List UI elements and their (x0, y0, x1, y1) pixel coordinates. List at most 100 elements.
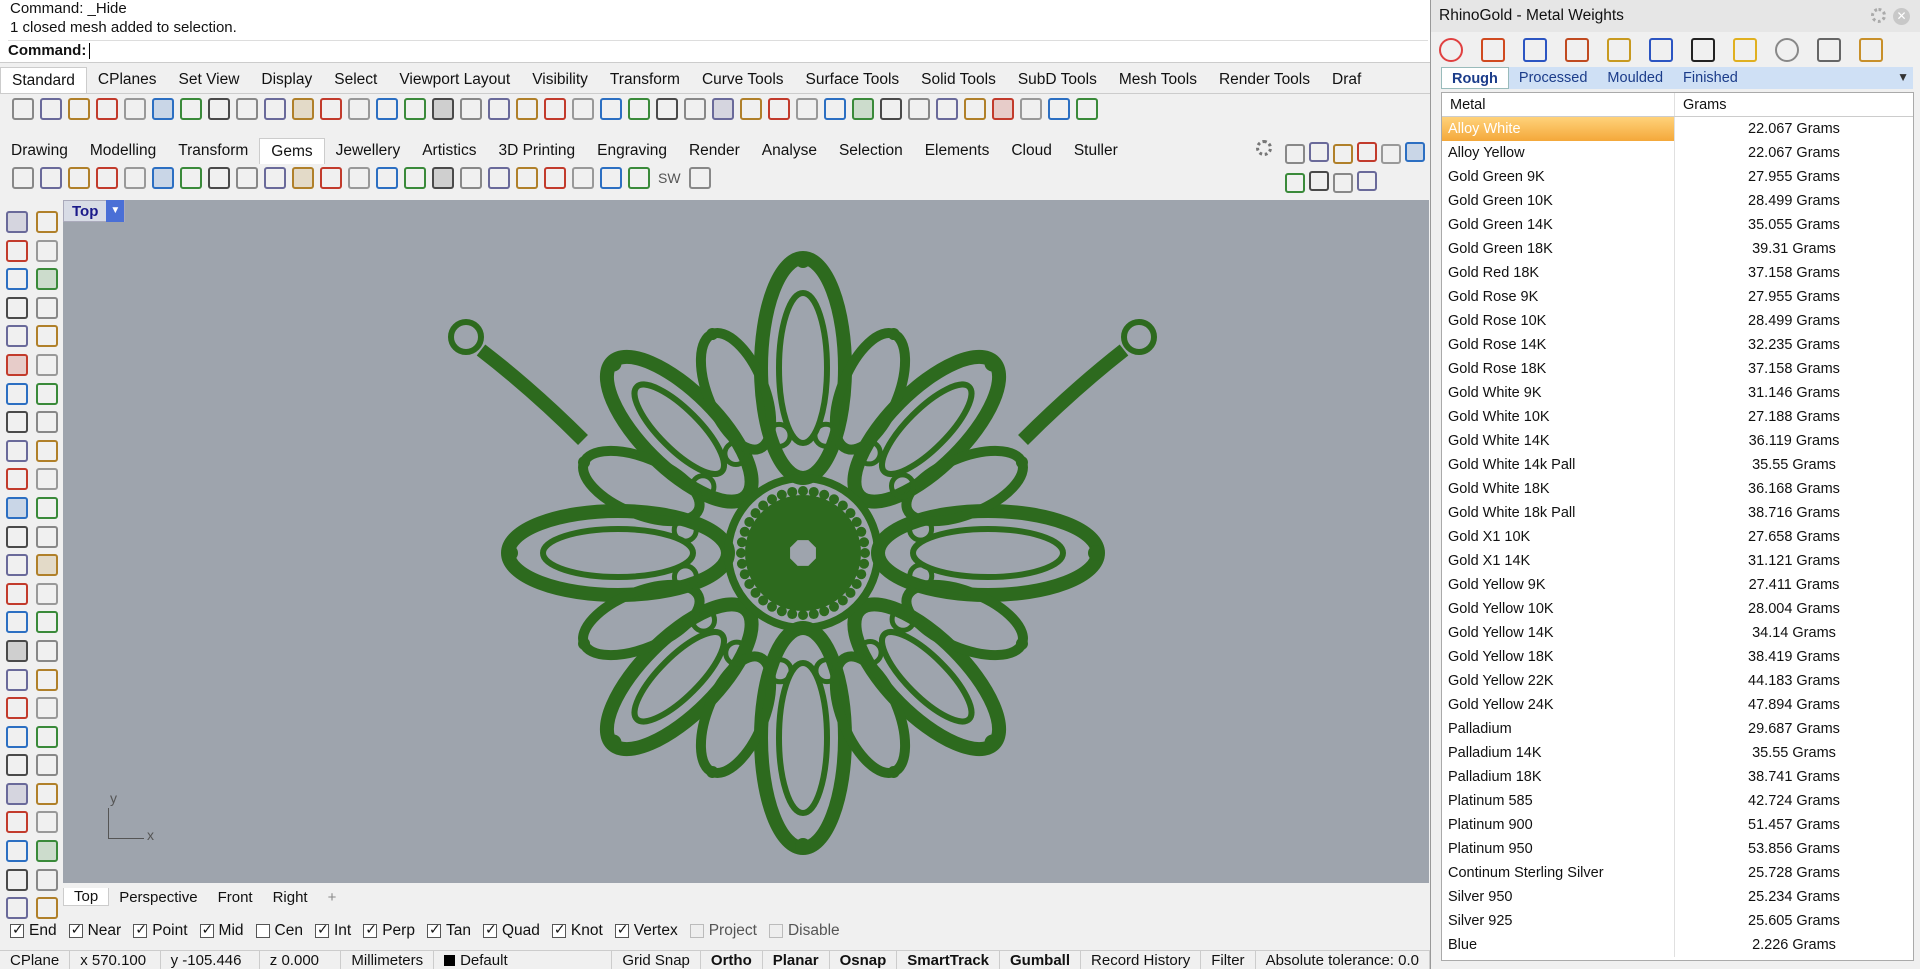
sidebar-tool-icon[interactable] (6, 382, 28, 405)
gem-tool-icon[interactable] (432, 167, 454, 189)
metal-tool-icon[interactable] (1439, 38, 1463, 62)
metal-tool-icon[interactable] (1817, 38, 1841, 62)
viewport-name[interactable]: Top (64, 203, 106, 220)
osnap-knot[interactable]: Knot (551, 921, 603, 940)
filter-button[interactable]: Filter (1201, 951, 1256, 969)
tab-subd-tools[interactable]: SubD Tools (1007, 67, 1108, 93)
smarttrack-toggle[interactable]: SmartTrack (897, 951, 1000, 969)
osnap-cen[interactable]: Cen (255, 922, 303, 940)
tab-rough[interactable]: Rough (1441, 67, 1509, 89)
standard-tool-icon[interactable] (376, 98, 398, 120)
gem-tool-icon[interactable] (292, 167, 314, 189)
table-row[interactable]: Gold Yellow 10K 28.004 Grams (1442, 597, 1913, 621)
table-row[interactable]: Gold Red 18K 37.158 Grams (1442, 261, 1913, 285)
osnap-tan[interactable]: Tan (426, 921, 471, 940)
table-row[interactable]: Gold Yellow 14K 34.14 Grams (1442, 621, 1913, 645)
metal-tool-icon[interactable] (1733, 38, 1757, 62)
tab-mesh-tools[interactable]: Mesh Tools (1108, 67, 1208, 93)
standard-tool-icon[interactable] (180, 98, 202, 120)
metal-tool-icon[interactable] (1691, 38, 1715, 62)
sidebar-tool-icon[interactable] (6, 725, 28, 748)
table-row[interactable]: Gold Yellow 24K 47.894 Grams (1442, 693, 1913, 717)
sidebar-tool-icon[interactable] (36, 811, 58, 834)
sidebar-tool-icon[interactable] (6, 668, 28, 691)
standard-tool-icon[interactable] (40, 98, 62, 120)
viewport-tab-front[interactable]: Front (208, 889, 263, 906)
sidebar-tool-icon[interactable] (36, 897, 58, 920)
panel-settings-gear-icon[interactable] (1871, 8, 1886, 23)
sidebar-tool-icon[interactable] (36, 754, 58, 777)
osnap-quad[interactable]: Quad (482, 921, 540, 940)
sidebar-tool-icon[interactable] (36, 697, 58, 720)
table-row[interactable]: Gold Rose 18K 37.158 Grams (1442, 357, 1913, 381)
gem-tool-icon[interactable] (320, 167, 342, 189)
osnap-mid[interactable]: Mid (199, 921, 244, 940)
standard-tool-icon[interactable] (852, 98, 874, 120)
column-header-grams[interactable]: Grams (1675, 93, 1913, 116)
tab-engraving[interactable]: Engraving (586, 138, 678, 164)
tab-moulded[interactable]: Moulded (1597, 70, 1673, 86)
sw-button[interactable]: SW (658, 170, 681, 186)
osnap-checkbox[interactable] (133, 921, 148, 938)
osnap-toggle[interactable]: Osnap (830, 951, 898, 969)
viewport-menu-chevron-down-icon[interactable]: ▼ (106, 200, 125, 222)
sidebar-tool-icon[interactable] (6, 611, 28, 634)
standard-tool-icon[interactable] (152, 98, 174, 120)
toolbar-options-gear-icon[interactable] (1256, 140, 1272, 156)
sidebar-tool-icon[interactable] (6, 525, 28, 548)
tab-transform[interactable]: Transform (167, 138, 259, 164)
tab-render-tools[interactable]: Render Tools (1208, 67, 1321, 93)
table-row[interactable]: Palladium 18K 38.741 Grams (1442, 765, 1913, 789)
standard-tool-icon[interactable] (1076, 98, 1098, 120)
tab-surface-tools[interactable]: Surface Tools (795, 67, 911, 93)
tab-analyse[interactable]: Analyse (751, 138, 828, 164)
gumball-toggle[interactable]: Gumball (1000, 951, 1082, 969)
standard-tool-icon[interactable] (768, 98, 790, 120)
metal-tool-icon[interactable] (1859, 38, 1883, 62)
sidebar-tool-icon[interactable] (36, 725, 58, 748)
standard-tool-icon[interactable] (824, 98, 846, 120)
gem-tool-icon[interactable] (628, 167, 650, 189)
tab-cloud[interactable]: Cloud (1000, 138, 1063, 164)
gem-tool-icon[interactable] (688, 167, 711, 189)
sidebar-tool-icon[interactable] (36, 353, 58, 376)
gem-tool-icon[interactable] (152, 167, 174, 189)
viewport-tab-perspective[interactable]: Perspective (109, 889, 207, 906)
standard-tool-icon[interactable] (292, 98, 314, 120)
standard-tool-icon[interactable] (236, 98, 258, 120)
osnap-checkbox[interactable] (363, 921, 378, 938)
grid-snap-toggle[interactable]: Grid Snap (612, 951, 701, 969)
ortho-toggle[interactable]: Ortho (701, 951, 763, 969)
osnap-checkbox[interactable] (551, 921, 566, 938)
sidebar-tool-icon[interactable] (6, 353, 28, 376)
table-row[interactable]: Gold Green 10K 28.499 Grams (1442, 189, 1913, 213)
sidebar-tool-icon[interactable] (36, 496, 58, 519)
status-layer[interactable]: Default (434, 951, 613, 969)
gem-tool-icon[interactable] (96, 167, 118, 189)
table-row[interactable]: Gold Rose 14K 32.235 Grams (1442, 333, 1913, 357)
standard-tool-icon[interactable] (516, 98, 538, 120)
standard-tool-icon[interactable] (908, 98, 930, 120)
sidebar-tool-icon[interactable] (6, 268, 28, 291)
tab-draf[interactable]: Draf (1321, 67, 1372, 93)
sidebar-tool-icon[interactable] (6, 325, 28, 348)
tab-standard[interactable]: Standard (0, 67, 87, 93)
gem-tool-icon[interactable] (572, 167, 594, 189)
standard-tool-icon[interactable] (544, 98, 566, 120)
tab-elements[interactable]: Elements (914, 138, 1001, 164)
standard-tool-icon[interactable] (264, 98, 286, 120)
sidebar-tool-icon[interactable] (6, 496, 28, 519)
standard-tool-icon[interactable] (1020, 98, 1042, 120)
osnap-disable[interactable]: Disable (768, 922, 840, 940)
standard-tool-icon[interactable] (572, 98, 594, 120)
table-row[interactable]: Blue 2.226 Grams (1442, 933, 1913, 957)
light-tool-icon[interactable] (1309, 142, 1329, 162)
gem-tool-icon[interactable] (236, 167, 258, 189)
osnap-int[interactable]: Int (314, 921, 351, 940)
top-viewport[interactable] (63, 200, 1429, 883)
standard-tool-icon[interactable] (880, 98, 902, 120)
table-row[interactable]: Gold Rose 10K 28.499 Grams (1442, 309, 1913, 333)
sidebar-tool-icon[interactable] (6, 554, 28, 577)
tab-viewport-layout[interactable]: Viewport Layout (388, 67, 521, 93)
metal-tool-icon[interactable] (1523, 38, 1547, 62)
